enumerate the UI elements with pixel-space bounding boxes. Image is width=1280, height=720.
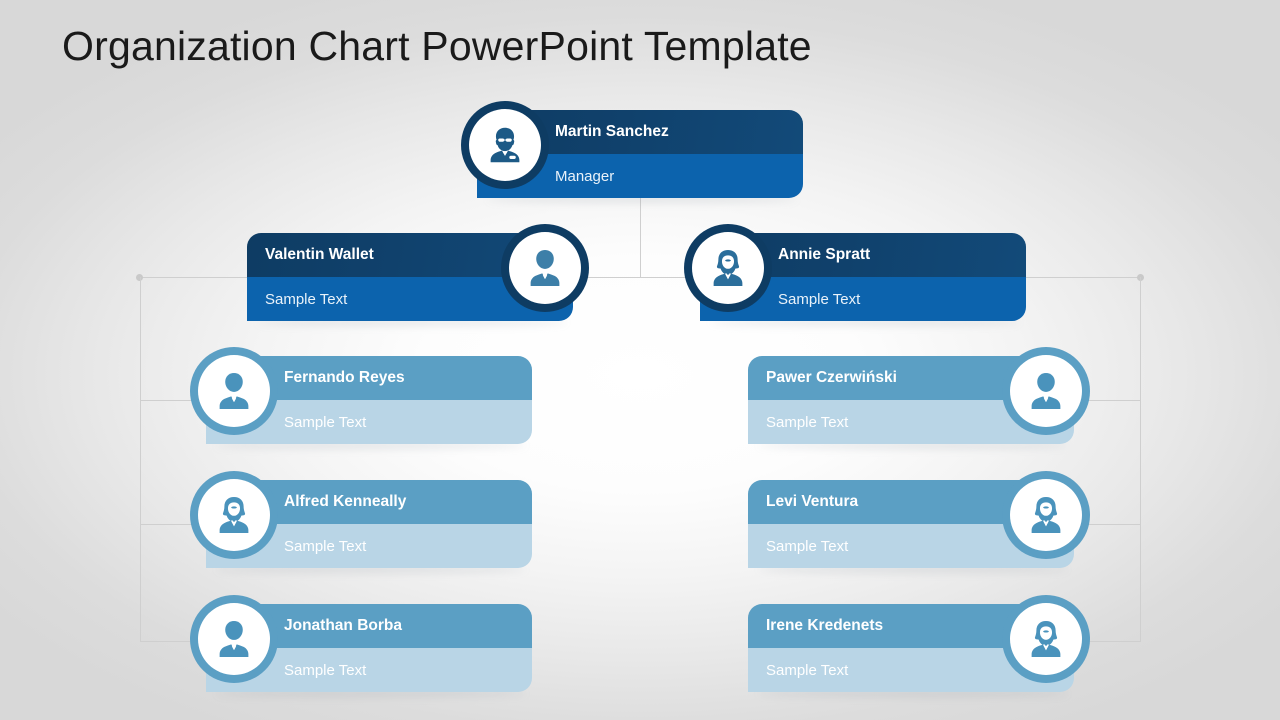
org-node-jonathan-borba[interactable]: Jonathan Borba Sample Text — [190, 595, 532, 697]
org-node-name: Valentin Wallet — [265, 246, 374, 263]
avatar-disc — [469, 109, 541, 181]
org-node-valentin-wallet[interactable]: Valentin Wallet Sample Text — [247, 224, 589, 326]
org-node-levi-ventura[interactable]: Levi Ventura Sample Text — [748, 471, 1090, 573]
avatar-disc — [1010, 603, 1082, 675]
org-node-role: Manager — [555, 167, 615, 185]
org-node-role: Sample Text — [284, 661, 367, 679]
avatar — [1002, 595, 1090, 683]
person-female-icon — [713, 250, 743, 286]
avatar-disc — [198, 355, 270, 427]
avatar — [190, 347, 278, 435]
org-node-martin-sanchez[interactable]: Martin Sanchez Manager — [461, 101, 803, 203]
org-node-role: Sample Text — [766, 413, 849, 431]
org-node-role: Sample Text — [778, 290, 861, 308]
connector-right-spine — [1140, 277, 1141, 641]
avatar-disc — [1010, 479, 1082, 551]
org-node-role: Sample Text — [766, 537, 849, 555]
slide-canvas: Organization Chart PowerPoint Template M… — [0, 0, 1280, 720]
avatar — [190, 595, 278, 683]
avatar — [1002, 471, 1090, 559]
org-node-name: Pawer Czerwiński — [766, 369, 897, 386]
avatar — [684, 224, 772, 312]
org-node-name: Jonathan Borba — [284, 617, 402, 634]
person-female-icon — [219, 497, 249, 533]
person-female-icon — [1031, 497, 1061, 533]
org-node-fernando-reyes[interactable]: Fernando Reyes Sample Text — [190, 347, 532, 449]
person-male-icon — [219, 621, 249, 657]
org-node-irene-kredenets[interactable]: Irene Kredenets Sample Text — [748, 595, 1090, 697]
org-node-name: Alfred Kenneally — [284, 493, 407, 510]
org-node-alfred-kenneally[interactable]: Alfred Kenneally Sample Text — [190, 471, 532, 573]
org-node-pawer-czerwinski[interactable]: Pawer Czerwiński Sample Text — [748, 347, 1090, 449]
avatar-disc — [509, 232, 581, 304]
page-title: Organization Chart PowerPoint Template — [62, 23, 812, 69]
org-node-name: Annie Spratt — [778, 246, 871, 263]
connector-left-spine — [140, 277, 141, 641]
org-node-annie-spratt[interactable]: Annie Spratt Sample Text — [684, 224, 1026, 326]
person-glasses-icon — [490, 127, 520, 163]
org-node-role: Sample Text — [766, 661, 849, 679]
person-male-icon — [530, 250, 560, 286]
org-node-name: Irene Kredenets — [766, 617, 884, 634]
avatar — [461, 101, 549, 189]
avatar-disc — [1010, 355, 1082, 427]
avatar-disc — [198, 479, 270, 551]
org-node-name: Martin Sanchez — [555, 123, 669, 140]
avatar-disc — [692, 232, 764, 304]
org-node-role: Sample Text — [284, 537, 367, 555]
org-node-role: Sample Text — [284, 413, 367, 431]
avatar-disc — [198, 603, 270, 675]
avatar — [501, 224, 589, 312]
org-node-name: Fernando Reyes — [284, 369, 405, 386]
avatar — [190, 471, 278, 559]
org-node-name: Levi Ventura — [766, 493, 859, 510]
person-male-icon — [1031, 373, 1061, 409]
avatar — [1002, 347, 1090, 435]
person-female-icon — [1031, 621, 1061, 657]
org-node-role: Sample Text — [265, 290, 348, 308]
person-male-icon — [219, 373, 249, 409]
connector-manager-stem — [640, 195, 641, 277]
